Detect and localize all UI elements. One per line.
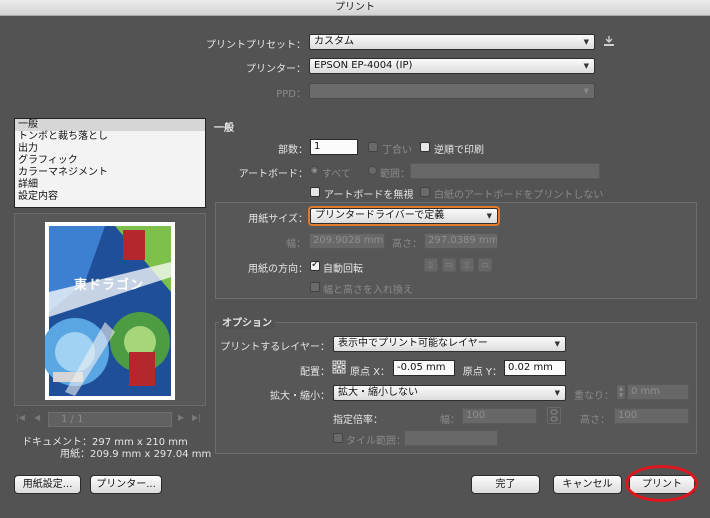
print-preview[interactable]: 東ドラゴン <box>14 213 206 406</box>
cancel-button[interactable]: キャンセル <box>553 475 622 494</box>
chevron-down-icon: ▼ <box>583 62 589 70</box>
artboard-all-radio[interactable] <box>310 166 319 175</box>
orientation-portrait-icon[interactable]: ▯ <box>424 258 438 272</box>
scaling-value: 拡大・縮小しない <box>338 387 418 398</box>
origin-y-input[interactable]: 0.02 mm <box>504 360 566 376</box>
window-title: プリント <box>0 0 710 16</box>
scaling-label: 拡大・縮小： <box>270 391 330 402</box>
artboard-range-input[interactable] <box>410 163 600 179</box>
preview-artwork-image <box>41 226 171 396</box>
scale-height-input[interactable]: 100 <box>614 408 689 424</box>
last-page-icon[interactable]: ▶| <box>192 413 201 422</box>
orientation-landscape-flipped-icon[interactable]: ▭ <box>478 258 492 272</box>
scale-height-label: 高さ： <box>580 415 610 426</box>
collate-checkbox[interactable] <box>368 142 378 152</box>
printer-dropdown[interactable]: EPSON EP-4004 (IP) ▼ <box>309 58 595 74</box>
chevron-down-icon: ▼ <box>486 212 492 220</box>
artboard-all-label: すべて <box>322 169 351 180</box>
preset-value: カスタム <box>314 36 354 47</box>
overlap-label: 重なり： <box>574 391 614 402</box>
copies-label: 部数： <box>278 145 308 156</box>
options-section-title: オプション <box>219 314 275 329</box>
layers-dropdown[interactable]: 表示中でプリント可能なレイヤー ▼ <box>333 336 566 352</box>
paper-width-label: 幅： <box>286 239 306 250</box>
paper-size-info: 用紙：209.9 mm x 297.04 mm <box>60 449 212 460</box>
scale-width-input[interactable]: 100 <box>462 408 537 424</box>
artboard-range-label: 範囲： <box>380 169 410 180</box>
sidebar-item-graphics[interactable]: グラフィック <box>15 155 205 167</box>
prev-page-icon[interactable]: ◀ <box>34 413 40 422</box>
layers-label: プリントするレイヤー： <box>220 342 330 353</box>
orientation-label: 用紙の方向： <box>248 264 308 275</box>
skip-blank-label: 白紙のアートボードをプリントしない <box>434 190 604 201</box>
orientation-landscape-icon[interactable]: ▭ <box>442 258 456 272</box>
paper-size-dropdown[interactable]: プリンタードライバーで定義 ▼ <box>308 206 500 226</box>
origin-x-label: 原点 X： <box>349 367 390 378</box>
next-page-icon[interactable]: ▶ <box>178 413 184 422</box>
tile-range-input[interactable] <box>404 430 498 446</box>
general-section-title: 一般 <box>214 123 234 134</box>
sidebar-item-marks-bleed[interactable]: トンボと裁ち落とし <box>15 131 205 143</box>
chevron-down-icon: ▼ <box>583 38 589 46</box>
preset-label: プリントプリセット： <box>206 40 306 51</box>
paper-width-input[interactable]: 209.9028 mm <box>309 233 385 249</box>
printer-value: EPSON EP-4004 (IP) <box>314 60 413 71</box>
constrain-proportions-icon[interactable] <box>547 407 561 424</box>
layers-value: 表示中でプリント可能なレイヤー <box>338 338 488 349</box>
preview-paper: 東ドラゴン <box>41 222 175 400</box>
orientation-portrait-flipped-icon[interactable]: ▯ <box>460 258 474 272</box>
placement-label: 配置： <box>300 367 330 378</box>
done-button[interactable]: 完了 <box>471 475 540 494</box>
sidebar-item-color-management[interactable]: カラーマネジメント <box>15 167 205 179</box>
chevron-down-icon: ▼ <box>554 389 560 397</box>
collate-label: 丁合い <box>382 145 412 156</box>
tile-range-checkbox[interactable] <box>333 433 343 443</box>
highlight-annotation-circle <box>625 465 698 502</box>
reverse-order-label: 逆順で印刷 <box>434 145 484 156</box>
transverse-label: 幅と高さを入れ換え <box>323 285 413 296</box>
paper-size-label: 用紙サイズ： <box>248 214 308 225</box>
origin-y-label: 原点 Y： <box>462 367 502 378</box>
preset-dropdown[interactable]: カスタム ▼ <box>309 34 595 50</box>
chevron-down-icon: ▼ <box>554 340 560 348</box>
paper-height-input[interactable]: 297.0389 mm <box>424 233 498 249</box>
auto-rotate-checkbox[interactable] <box>310 259 320 271</box>
overlap-input[interactable]: 0 mm <box>627 384 689 400</box>
printer-label: プリンター： <box>246 64 306 75</box>
page-field[interactable]: 1 / 1 <box>48 412 172 427</box>
chevron-down-icon: ▼ <box>583 87 589 95</box>
category-list[interactable]: 一般 トンボと裁ち落とし 出力 グラフィック カラーマネジメント 詳細 設定内容 <box>14 118 206 208</box>
paper-height-label: 高さ： <box>392 239 422 250</box>
artboard-range-radio[interactable] <box>368 166 377 175</box>
auto-rotate-label: 自動回転 <box>323 264 363 275</box>
sidebar-item-summary[interactable]: 設定内容 <box>15 191 205 203</box>
paper-size-value: プリンタードライバーで定義 <box>315 210 445 221</box>
page-setup-button[interactable]: 用紙設定... <box>14 475 81 494</box>
sidebar-item-output[interactable]: 出力 <box>15 143 205 155</box>
scale-width-label: 幅： <box>440 415 460 426</box>
tile-range-label: タイル範囲： <box>346 436 406 447</box>
copies-input[interactable]: 1 <box>310 139 358 155</box>
artboard-label: アートボード： <box>238 169 308 180</box>
sidebar-item-general[interactable]: 一般 <box>15 119 205 131</box>
overlap-stepper[interactable]: ▲ ▼ <box>616 384 626 400</box>
first-page-icon[interactable]: |◀ <box>16 413 25 422</box>
transverse-checkbox[interactable] <box>310 282 320 292</box>
preview-artwork-title: 東ドラゴン <box>73 278 144 293</box>
ppd-label: PPD： <box>276 89 306 100</box>
save-preset-icon[interactable] <box>602 34 616 48</box>
origin-x-input[interactable]: -0.05 mm <box>393 360 455 376</box>
sidebar-item-advanced[interactable]: 詳細 <box>15 179 205 191</box>
scaling-dropdown[interactable]: 拡大・縮小しない ▼ <box>333 385 566 401</box>
ppd-dropdown[interactable]: ▼ <box>309 83 595 99</box>
skip-blank-checkbox[interactable] <box>420 187 430 197</box>
printer-button[interactable]: プリンター... <box>90 475 162 494</box>
custom-scale-label: 指定倍率： <box>333 415 383 426</box>
ignore-artboards-label: アートボードを無視 <box>324 190 414 201</box>
ignore-artboards-checkbox[interactable] <box>310 187 320 197</box>
page-navigator: |◀ ◀ 1 / 1 ▶ ▶| <box>14 412 206 428</box>
reference-point-icon[interactable] <box>332 360 346 374</box>
reverse-order-checkbox[interactable] <box>420 142 430 152</box>
